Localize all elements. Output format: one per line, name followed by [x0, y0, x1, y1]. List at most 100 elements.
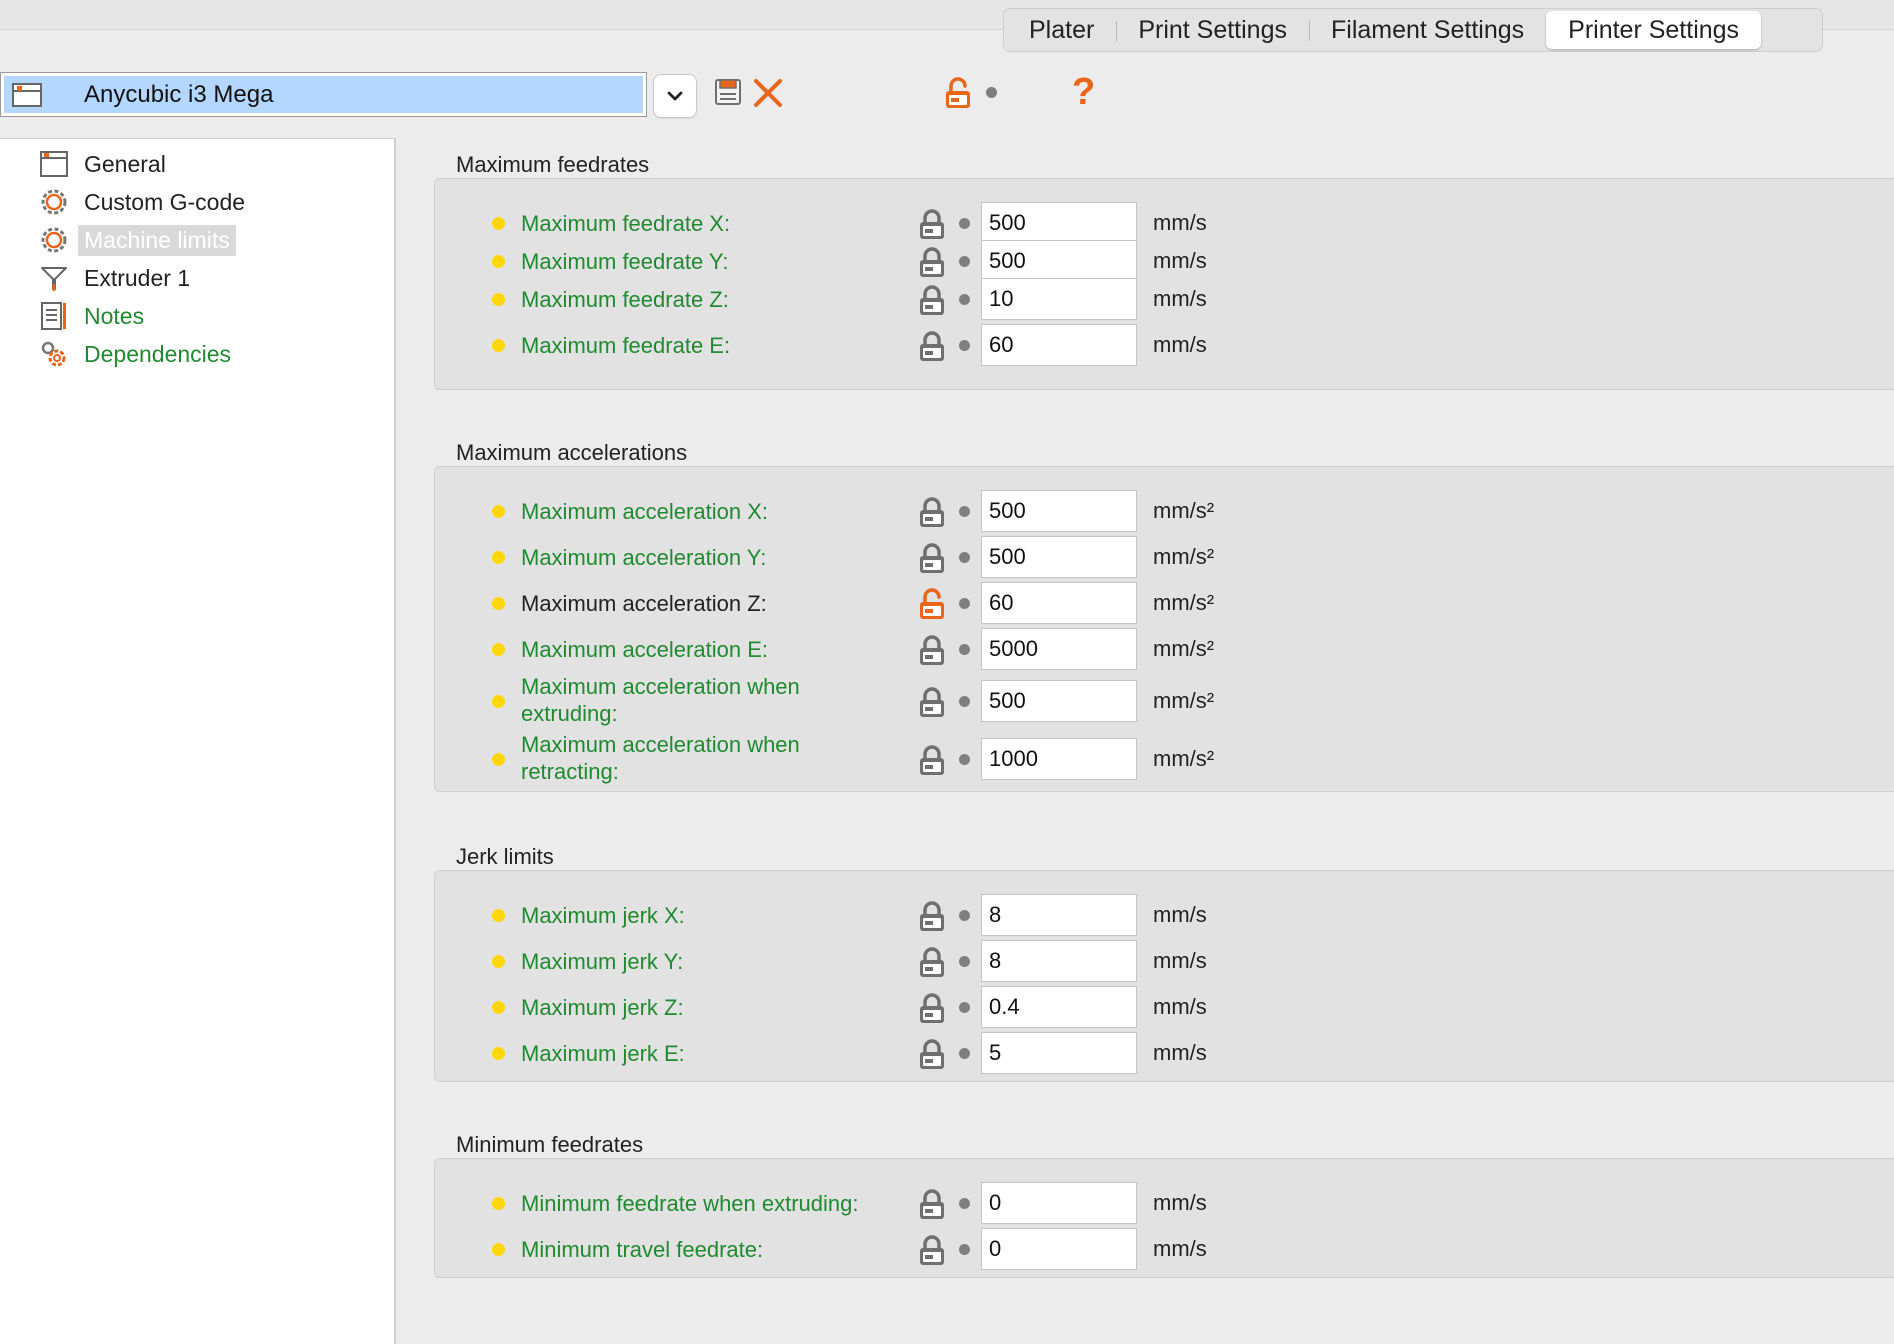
tab-filament-settings[interactable]: Filament Settings — [1309, 11, 1546, 49]
status-bullet-icon — [492, 753, 505, 766]
max-acceleration-e-input[interactable] — [981, 628, 1137, 670]
system-value-dot-icon[interactable] — [959, 754, 970, 765]
system-value-dot-icon[interactable] — [959, 956, 970, 967]
lock-icon[interactable] — [918, 946, 946, 978]
max-jerk-z-input[interactable] — [981, 986, 1137, 1028]
status-bullet-icon — [492, 1001, 505, 1014]
lock-icon[interactable] — [918, 634, 946, 666]
lock-icon[interactable] — [918, 284, 946, 316]
group-maximum-accelerations: Maximum acceleration X: mm/s² Maximum ac… — [434, 466, 1894, 792]
lock-icon[interactable] — [918, 992, 946, 1024]
status-bullet-icon — [492, 643, 505, 656]
max-acceleration-x-input[interactable] — [981, 490, 1137, 532]
lock-icon[interactable] — [918, 208, 946, 240]
unit-label: mm/s² — [1153, 544, 1215, 569]
sidebar-item-extruder-1[interactable]: Extruder 1 — [40, 261, 196, 295]
lock-icon[interactable] — [918, 1038, 946, 1070]
unit-label: mm/s² — [1153, 590, 1215, 615]
setting-label: Maximum feedrate Z: — [521, 287, 729, 312]
sidebar-item-dependencies[interactable]: Dependencies — [40, 337, 237, 371]
tab-printer-settings[interactable]: Printer Settings — [1546, 11, 1762, 49]
sidebar-item-custom-gcode[interactable]: Custom G-code — [40, 185, 251, 219]
gear-icon — [40, 188, 68, 216]
system-value-dot-icon[interactable] — [959, 1002, 970, 1013]
lock-icon[interactable] — [918, 542, 946, 574]
lock-icon[interactable] — [918, 686, 946, 718]
setting-label: Maximum acceleration Y: — [521, 545, 767, 570]
max-acceleration-y-input[interactable] — [981, 536, 1137, 578]
setting-label: Maximum acceleration when extruding: — [521, 674, 800, 726]
setting-row: Maximum acceleration when retracting: mm… — [435, 732, 1894, 784]
unlock-icon[interactable] — [944, 77, 972, 109]
setting-row: Maximum acceleration when extruding: mm/… — [435, 674, 1894, 726]
unlock-icon[interactable] — [918, 588, 946, 620]
lock-icon[interactable] — [918, 744, 946, 776]
lock-icon[interactable] — [918, 330, 946, 362]
status-bullet-icon — [492, 551, 505, 564]
unit-label: mm/s² — [1153, 688, 1215, 713]
lock-icon[interactable] — [918, 1234, 946, 1266]
max-acceleration-z-input[interactable] — [981, 582, 1137, 624]
sidebar-item-machine-limits[interactable]: Machine limits — [40, 223, 236, 257]
delete-preset-icon[interactable] — [751, 76, 785, 110]
group-title: Maximum feedrates — [456, 152, 650, 177]
system-value-dot-icon[interactable] — [959, 294, 970, 305]
system-value-dot-icon[interactable] — [959, 1198, 970, 1209]
tab-plater[interactable]: Plater — [1007, 11, 1116, 49]
status-bullet-icon — [492, 955, 505, 968]
system-value-dot-icon[interactable] — [959, 598, 970, 609]
system-value-dot-icon[interactable] — [959, 910, 970, 921]
help-icon[interactable]: ? — [1072, 70, 1095, 114]
preset-selector[interactable]: Anycubic i3 Mega — [0, 72, 647, 117]
unit-label: mm/s — [1153, 1190, 1207, 1215]
max-acceleration-extruding-input[interactable] — [981, 680, 1137, 722]
sidebar-item-general[interactable]: General — [40, 147, 172, 181]
setting-row: Maximum acceleration Y: mm/s² — [435, 534, 1894, 580]
group-title: Maximum accelerations — [456, 440, 688, 465]
max-acceleration-retracting-input[interactable] — [981, 738, 1137, 780]
max-jerk-x-input[interactable] — [981, 894, 1137, 936]
system-value-dot-icon[interactable] — [959, 506, 970, 517]
sidebar-item-notes[interactable]: Notes — [40, 299, 150, 333]
tab-print-settings[interactable]: Print Settings — [1116, 11, 1309, 49]
unit-label: mm/s — [1153, 248, 1207, 273]
setting-label: Maximum feedrate Y: — [521, 249, 729, 274]
max-jerk-e-input[interactable] — [981, 1032, 1137, 1074]
unit-label: mm/s — [1153, 948, 1207, 973]
system-value-dot-icon[interactable] — [959, 1048, 970, 1059]
max-feedrate-z-input[interactable] — [981, 278, 1137, 320]
setting-label: Maximum jerk X: — [521, 903, 685, 928]
lock-icon[interactable] — [918, 246, 946, 278]
sidebar-item-label: Custom G-code — [84, 188, 246, 215]
system-value-dot-icon[interactable] — [959, 696, 970, 707]
status-bullet-icon — [492, 1197, 505, 1210]
save-preset-icon[interactable] — [714, 78, 742, 106]
setting-row: Maximum feedrate E: mm/s — [435, 322, 1894, 368]
system-value-dot-icon[interactable] — [959, 644, 970, 655]
lock-icon[interactable] — [918, 496, 946, 528]
sidebar-item-label: General — [84, 150, 166, 177]
min-feedrate-extruding-input[interactable] — [981, 1182, 1137, 1224]
system-value-dot-icon[interactable] — [959, 552, 970, 563]
status-bullet-icon — [492, 255, 505, 268]
status-bullet-icon — [492, 217, 505, 230]
system-value-dot-icon[interactable] — [959, 256, 970, 267]
setting-row: Maximum feedrate Z: mm/s — [435, 276, 1894, 322]
max-feedrate-e-input[interactable] — [981, 324, 1137, 366]
system-value-dot-icon[interactable] — [959, 1244, 970, 1255]
system-value-dot-icon[interactable] — [986, 87, 997, 98]
tab-bar: Plater Print Settings Filament Settings … — [1003, 8, 1823, 52]
system-value-dot-icon[interactable] — [959, 340, 970, 351]
min-travel-feedrate-input[interactable] — [981, 1228, 1137, 1270]
system-value-dot-icon[interactable] — [959, 218, 970, 229]
lock-icon[interactable] — [918, 900, 946, 932]
setting-row: Maximum jerk Z: mm/s — [435, 984, 1894, 1030]
lock-icon[interactable] — [918, 1188, 946, 1220]
setting-row: Minimum travel feedrate: mm/s — [435, 1226, 1894, 1272]
sidebar-item-label: Dependencies — [84, 340, 232, 367]
unit-label: mm/s — [1153, 1040, 1207, 1065]
preset-dropdown-button[interactable] — [654, 75, 696, 117]
status-bullet-icon — [492, 597, 505, 610]
setting-row: Maximum jerk E: mm/s — [435, 1030, 1894, 1076]
max-jerk-y-input[interactable] — [981, 940, 1137, 982]
